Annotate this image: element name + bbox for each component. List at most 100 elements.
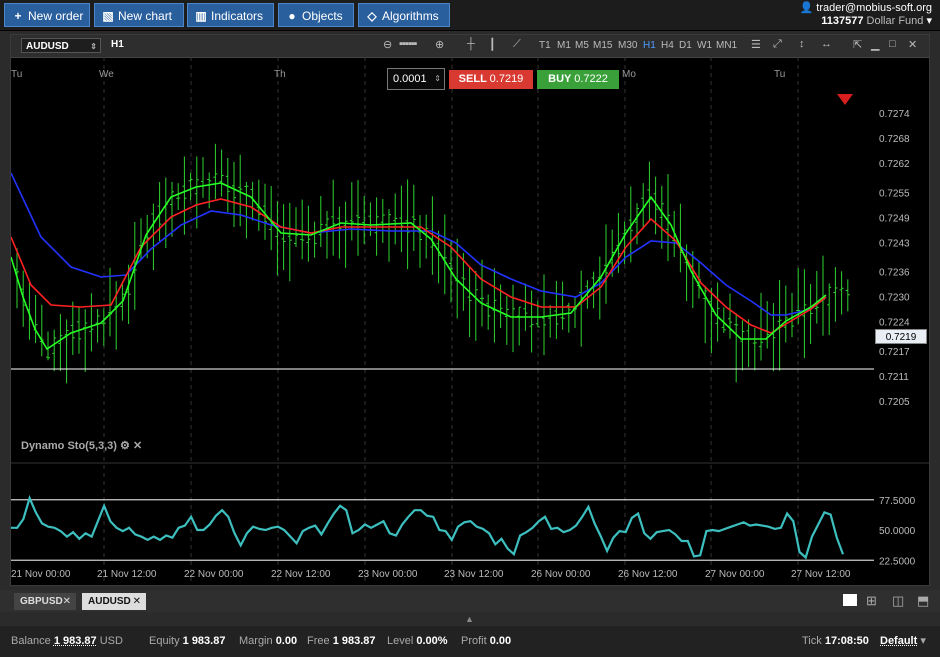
candles [15,143,850,384]
close-icon[interactable]: ✕ [908,38,917,51]
new-order-button[interactable]: + New order [4,3,90,27]
time-tick-label: 23 Nov 00:00 [358,569,418,580]
price-bar [790,292,794,338]
user-panel[interactable]: 👤 trader@mobius-soft.org 1137577 Dollar … [800,2,932,28]
price-bar [411,184,416,251]
price-bar [337,206,342,259]
tab-audusd[interactable]: AUDUSD ✕ [82,593,146,610]
maximize-icon[interactable]: □ [889,38,896,50]
workspace-selector[interactable]: Default ▾ [880,626,926,657]
price-bar [356,180,360,256]
gear-icon[interactable]: ⚙ [120,440,130,452]
layout-grid-icon[interactable]: ⊞ [866,594,882,608]
stepper-icon[interactable]: ⇕ [434,69,441,89]
time-tick-label: 21 Nov 12:00 [97,569,157,580]
price-bar [535,300,540,328]
timeframe-mn1[interactable]: MN1 [716,40,737,51]
layout-single-icon[interactable] [843,594,857,606]
tab-gbpusd[interactable]: GBPUSD ✕ [14,593,76,610]
current-timeframe: H1 [111,39,124,50]
price-bar [232,161,236,228]
time-tick-label: 22 Nov 12:00 [271,569,331,580]
timeframe-h4[interactable]: H4 [661,40,674,51]
zoom-in-icon[interactable]: ⊕ [435,38,444,51]
price-bar [746,319,751,368]
timeframe-w1[interactable]: W1 [697,40,712,51]
layout-rows-icon[interactable]: ⬒ [917,594,933,608]
price-bar [678,203,683,273]
timeframe-t1[interactable]: T1 [539,40,551,51]
close-tab-icon[interactable]: ✕ [133,593,141,610]
scroll-marker-icon[interactable] [837,94,853,105]
chart-icon: ▧ [102,9,114,23]
stochastic-indicator: 77.5000 50.0000 22.5000 [11,494,916,567]
indicator-title: Dynamo Sto(5,3,3) ⚙ ✕ [21,440,143,452]
timeframe-h1[interactable]: H1 [643,40,656,51]
price-bar [573,296,577,328]
new-chart-button[interactable]: ▧ New chart [94,3,184,27]
quantity-field[interactable]: 0.0001 ⇕ [387,68,445,90]
price-bar [635,203,639,245]
price-bar [343,201,348,268]
horizontal-line-icon[interactable]: ↔ [821,38,832,50]
balance-status: Balance 1 983.87 USD [11,635,123,647]
algorithms-button[interactable]: ◇ Algorithms [358,3,450,27]
vertical-line-icon[interactable]: ↕ [799,38,805,50]
timeframe-m30[interactable]: M30 [618,40,637,51]
bar-chart-type-icon[interactable]: ┼ [467,38,475,50]
stoch-level-label: 22.5000 [879,556,916,567]
price-bar [473,270,478,341]
price-bar [579,270,584,347]
price-bar [659,185,664,249]
time-tick-label: 26 Nov 00:00 [531,569,591,580]
day-marker-label: Tu [11,69,22,80]
plus-icon: + [14,9,22,23]
chart-tabs-bar: GBPUSD ✕ AUDUSD ✕ ⊞ ◫ ⬒ [0,590,940,612]
price-bar [318,196,323,247]
price-bar [492,268,497,343]
expand-panel-icon[interactable]: ▲ [465,614,474,624]
price-bar [95,308,100,343]
line-chart-type-icon[interactable]: ⟋ [513,38,521,51]
price-bar [207,172,212,209]
price-tick-label: 0.7211 [879,372,909,383]
price-bar [287,202,292,282]
indicator-list-icon[interactable]: ☰ [751,38,761,51]
detach-icon[interactable]: ⇱ [853,38,862,51]
price-bar [219,149,224,197]
day-marker-label: We [99,69,114,80]
algorithm-icon: ◇ [367,9,377,23]
zoom-out-icon[interactable]: ⊖ [383,38,392,51]
timeframe-m1[interactable]: M1 [557,40,571,51]
price-tick-label: 0.7224 [879,318,910,329]
symbol-selector[interactable]: AUDUSD ⇕ [21,38,101,53]
stoch-level-label: 50.0000 [879,526,916,537]
price-chart[interactable]: 0.7274 0.7268 0.7262 0.7255 0.7249 0.7243 0.72… [11,57,929,587]
sell-button[interactable]: SELL 0.7219 [449,70,533,89]
timeframe-m5[interactable]: M5 [575,40,589,51]
price-bar [715,282,720,342]
price-bar [399,185,404,253]
price-bar [647,161,652,222]
candle-chart-type-icon[interactable]: ┃ [489,38,496,51]
zoom-slider[interactable]: ▪▪▪▪▪▪ [399,38,417,50]
price-bar [176,183,181,210]
buy-button[interactable]: BUY 0.7222 [537,70,619,89]
trendline-icon[interactable]: ⤢ [773,38,782,51]
objects-button[interactable]: ● Objects [278,3,354,27]
remove-indicator-icon[interactable]: ✕ [133,440,142,452]
indicators-button[interactable]: ▥ Indicators [187,3,274,27]
timeframe-d1[interactable]: D1 [679,40,692,51]
price-bar [393,193,398,245]
price-tick-label: 0.7249 [879,213,910,224]
price-bar [771,303,776,372]
minimize-icon[interactable]: ▁ [871,38,879,51]
bars-icon: ▥ [195,9,207,23]
close-tab-icon[interactable]: ✕ [63,593,71,610]
timeframe-m15[interactable]: M15 [593,40,612,51]
price-bar [294,207,298,247]
current-price-label: 0.7219 [875,329,927,344]
day-marker-label: Th [274,69,286,80]
price-tick-label: 0.7274 [879,109,910,120]
layout-columns-icon[interactable]: ◫ [892,594,908,608]
